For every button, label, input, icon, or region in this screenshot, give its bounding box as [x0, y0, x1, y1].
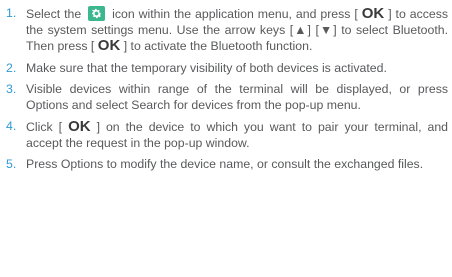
ok-key-label: OK [68, 118, 91, 135]
step-number: 3. [6, 82, 17, 96]
step-number: 4. [6, 119, 17, 133]
step-text: Visible devices within range of the term… [26, 82, 448, 112]
ok-key-label: OK [97, 37, 121, 54]
up-arrow-key-icon: ▲ [293, 22, 308, 37]
step-text: Select the [26, 7, 82, 21]
settings-gear-icon [88, 6, 106, 21]
step-number: 2. [6, 60, 17, 75]
step-4: 4. Click [ OK ] on the device to which y… [6, 119, 448, 151]
steps-list: 1. Select the icon within the applicatio… [6, 6, 448, 173]
ok-key-label: OK [361, 5, 385, 22]
step-1: 1. Select the icon within the applicatio… [6, 6, 448, 55]
step-text: ] to activate the Bluetooth function. [123, 39, 313, 53]
step-text: ] [ [307, 22, 319, 37]
step-5: 5. Press Options to modify the device na… [6, 157, 448, 173]
step-text: Click [ [26, 120, 63, 134]
instructions-document: 1. Select the icon within the applicatio… [0, 0, 452, 277]
step-text: Make sure that the temporary visibility … [26, 60, 387, 75]
step-text: icon within the application menu, and pr… [112, 7, 358, 21]
step-number: 5. [6, 157, 17, 171]
step-number: 1. [6, 6, 17, 20]
step-2: 2. Make sure that the temporary visibili… [6, 61, 448, 77]
step-text: Press Options to modify the device name,… [26, 157, 424, 171]
step-3: 3. Visible devices within range of the t… [6, 82, 448, 113]
down-arrow-key-icon: ▼ [318, 22, 334, 37]
